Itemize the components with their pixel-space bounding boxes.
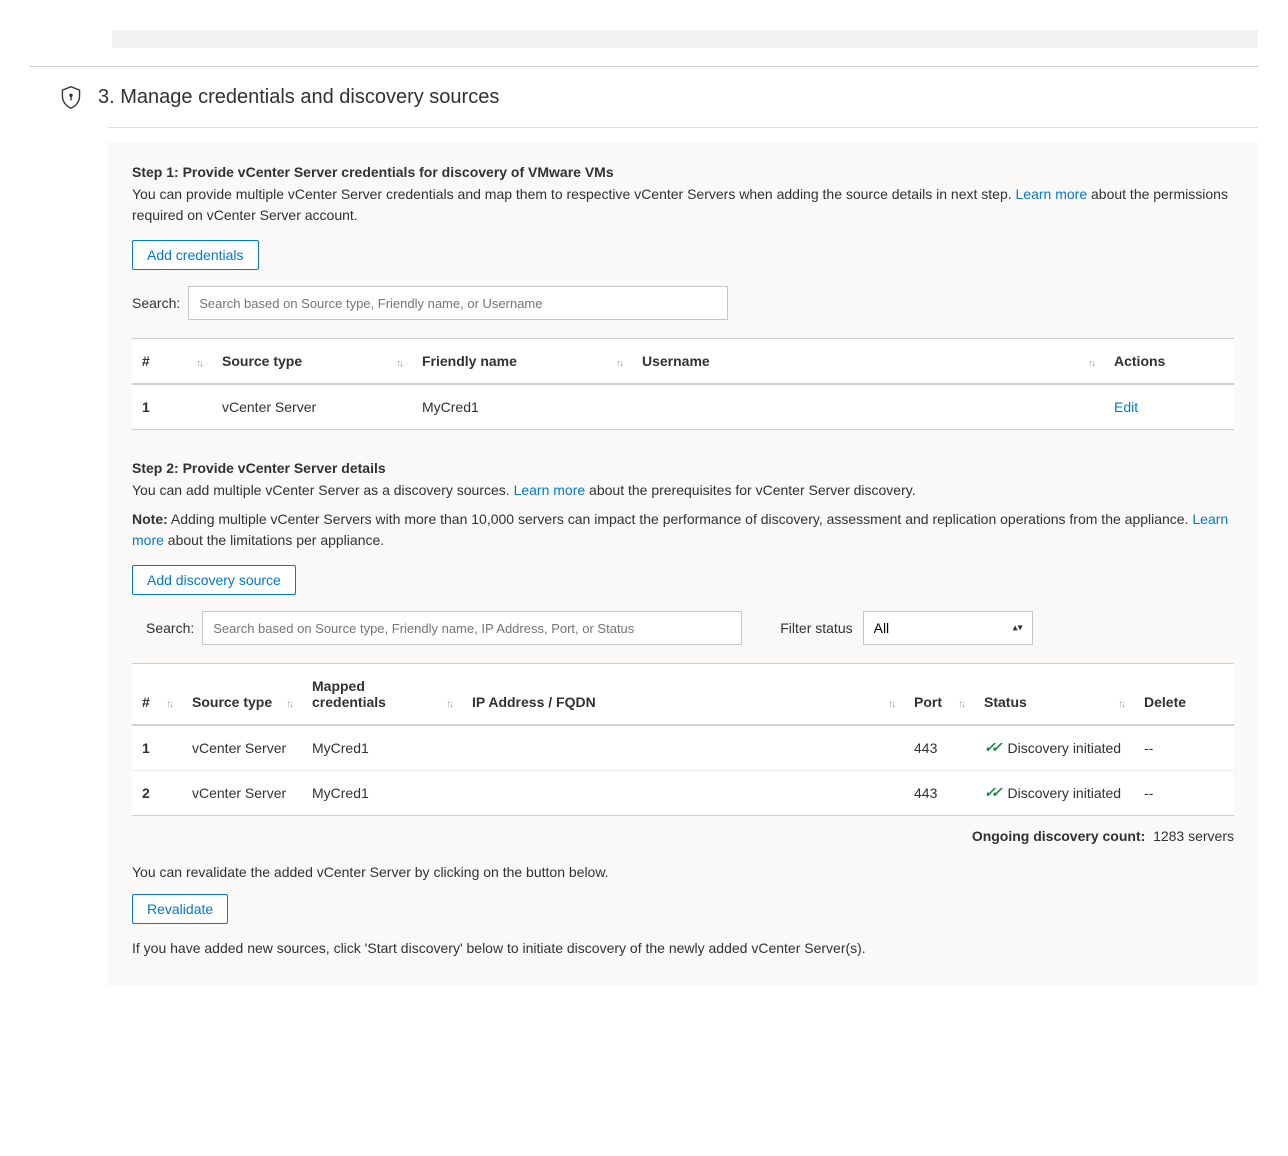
- ongoing-discovery-count: Ongoing discovery count: 1283 servers: [132, 828, 1234, 844]
- step2-note: Note: Adding multiple vCenter Servers wi…: [132, 509, 1234, 551]
- th-friendly-name[interactable]: Friendly name↑↓: [412, 339, 632, 385]
- sort-icon: ↑↓: [616, 358, 622, 369]
- step1-search-row: Search:: [132, 286, 1234, 320]
- cell-num: 1: [132, 384, 212, 430]
- th-num[interactable]: #↑↓: [132, 339, 212, 385]
- cell-status: ✓✓ Discovery initiated: [974, 771, 1134, 816]
- cell-friendly-name: MyCred1: [412, 384, 632, 430]
- add-credentials-button[interactable]: Add credentials: [132, 240, 259, 270]
- step1-search-input[interactable]: [188, 286, 728, 320]
- double-check-icon: ✓✓: [984, 740, 997, 754]
- step2-desc-a: You can add multiple vCenter Server as a…: [132, 482, 514, 498]
- start-discovery-text: If you have added new sources, click 'St…: [132, 940, 1234, 956]
- th-delete: Delete: [1134, 664, 1234, 726]
- step2-filter-row: Search: Filter status All ▴▾: [132, 611, 1234, 645]
- panel: Step 1: Provide vCenter Server credentia…: [108, 142, 1258, 986]
- th-source-type[interactable]: Source type↑↓: [182, 664, 302, 726]
- th-num[interactable]: #↑↓: [132, 664, 182, 726]
- step1-desc: You can provide multiple vCenter Server …: [132, 184, 1234, 226]
- table-row: 1 vCenter Server MyCred1 Edit: [132, 384, 1234, 430]
- th-username[interactable]: Username↑↓: [632, 339, 1104, 385]
- cell-num: 1: [132, 725, 182, 771]
- revalidate-button[interactable]: Revalidate: [132, 894, 228, 924]
- sort-icon: ↑↓: [888, 699, 894, 710]
- step2-title: Step 2: Provide vCenter Server details: [132, 460, 1234, 476]
- table-row: 1 vCenter Server MyCred1 443 ✓✓ Discovery…: [132, 725, 1234, 771]
- cell-ip: [462, 771, 904, 816]
- cell-mapped: MyCred1: [302, 771, 462, 816]
- revalidate-text: You can revalidate the added vCenter Ser…: [132, 864, 1234, 880]
- step2-search-label: Search:: [146, 620, 194, 636]
- placeholder-bar: [112, 30, 1258, 48]
- status-text: Discovery initiated: [1007, 740, 1121, 756]
- step2-note-a: Adding multiple vCenter Servers with mor…: [168, 511, 1193, 527]
- th-status[interactable]: Status↑↓: [974, 664, 1134, 726]
- sort-icon: ↑↓: [196, 358, 202, 369]
- sort-icon: ↑↓: [446, 699, 452, 710]
- filter-status-label: Filter status: [780, 620, 852, 636]
- credentials-table: #↑↓ Source type↑↓ Friendly name↑↓ Userna…: [132, 338, 1234, 430]
- add-discovery-source-button[interactable]: Add discovery source: [132, 565, 296, 595]
- step2-note-b: about the limitations per appliance.: [164, 532, 384, 548]
- page-container: 3. Manage credentials and discovery sour…: [30, 30, 1258, 986]
- step2-search-input[interactable]: [202, 611, 742, 645]
- filter-status-select[interactable]: All: [863, 611, 1033, 645]
- sources-table: #↑↓ Source type↑↓ Mapped credentials↑↓ I…: [132, 663, 1234, 816]
- sort-icon: ↑↓: [1088, 358, 1094, 369]
- ongoing-label: Ongoing discovery count:: [972, 828, 1145, 844]
- sort-icon: ↑↓: [286, 699, 292, 710]
- cell-status: ✓✓ Discovery initiated: [974, 725, 1134, 771]
- step2-search-row: Search:: [146, 611, 742, 645]
- th-mapped-credentials[interactable]: Mapped credentials↑↓: [302, 664, 462, 726]
- sources-table-header-row: #↑↓ Source type↑↓ Mapped credentials↑↓ I…: [132, 664, 1234, 726]
- cell-action: Edit: [1104, 384, 1234, 430]
- step2-desc-b: about the prerequisites for vCenter Serv…: [585, 482, 915, 498]
- step2-desc: You can add multiple vCenter Server as a…: [132, 480, 1234, 501]
- shield-icon: [60, 85, 82, 109]
- step1-learn-more-link[interactable]: Learn more: [1016, 186, 1088, 202]
- step2-block: Step 2: Provide vCenter Server details Y…: [132, 460, 1234, 956]
- step1-block: Step 1: Provide vCenter Server credentia…: [132, 164, 1234, 430]
- sort-icon: ↑↓: [166, 699, 172, 710]
- step1-title: Step 1: Provide vCenter Server credentia…: [132, 164, 1234, 180]
- cell-delete: --: [1134, 725, 1234, 771]
- th-actions: Actions: [1104, 339, 1234, 385]
- cell-source-type: vCenter Server: [182, 771, 302, 816]
- step2-learn-more-link[interactable]: Learn more: [514, 482, 586, 498]
- section-title: 3. Manage credentials and discovery sour…: [98, 86, 499, 109]
- th-port[interactable]: Port↑↓: [904, 664, 974, 726]
- cell-port: 443: [904, 771, 974, 816]
- panel-wrap: Step 1: Provide vCenter Server credentia…: [108, 127, 1258, 986]
- filter-status-select-wrap: All ▴▾: [863, 611, 1033, 645]
- cell-source-type: vCenter Server: [182, 725, 302, 771]
- section-header: 3. Manage credentials and discovery sour…: [60, 67, 1258, 127]
- note-label: Note:: [132, 511, 168, 527]
- cell-delete: --: [1134, 771, 1234, 816]
- sort-icon: ↑↓: [958, 699, 964, 710]
- credentials-table-header-row: #↑↓ Source type↑↓ Friendly name↑↓ Userna…: [132, 339, 1234, 385]
- cell-ip: [462, 725, 904, 771]
- th-ip[interactable]: IP Address / FQDN↑↓: [462, 664, 904, 726]
- step1-desc-a: You can provide multiple vCenter Server …: [132, 186, 1016, 202]
- double-check-icon: ✓✓: [984, 785, 997, 799]
- status-text: Discovery initiated: [1007, 785, 1121, 801]
- sort-icon: ↑↓: [1118, 699, 1124, 710]
- sort-icon: ↑↓: [396, 358, 402, 369]
- cell-num: 2: [132, 771, 182, 816]
- cell-source-type: vCenter Server: [212, 384, 412, 430]
- cell-mapped: MyCred1: [302, 725, 462, 771]
- cell-port: 443: [904, 725, 974, 771]
- step1-search-label: Search:: [132, 295, 180, 311]
- table-row: 2 vCenter Server MyCred1 443 ✓✓ Discovery…: [132, 771, 1234, 816]
- ongoing-value: 1283 servers: [1153, 828, 1234, 844]
- edit-link[interactable]: Edit: [1114, 399, 1138, 415]
- th-source-type[interactable]: Source type↑↓: [212, 339, 412, 385]
- cell-username: [632, 384, 1104, 430]
